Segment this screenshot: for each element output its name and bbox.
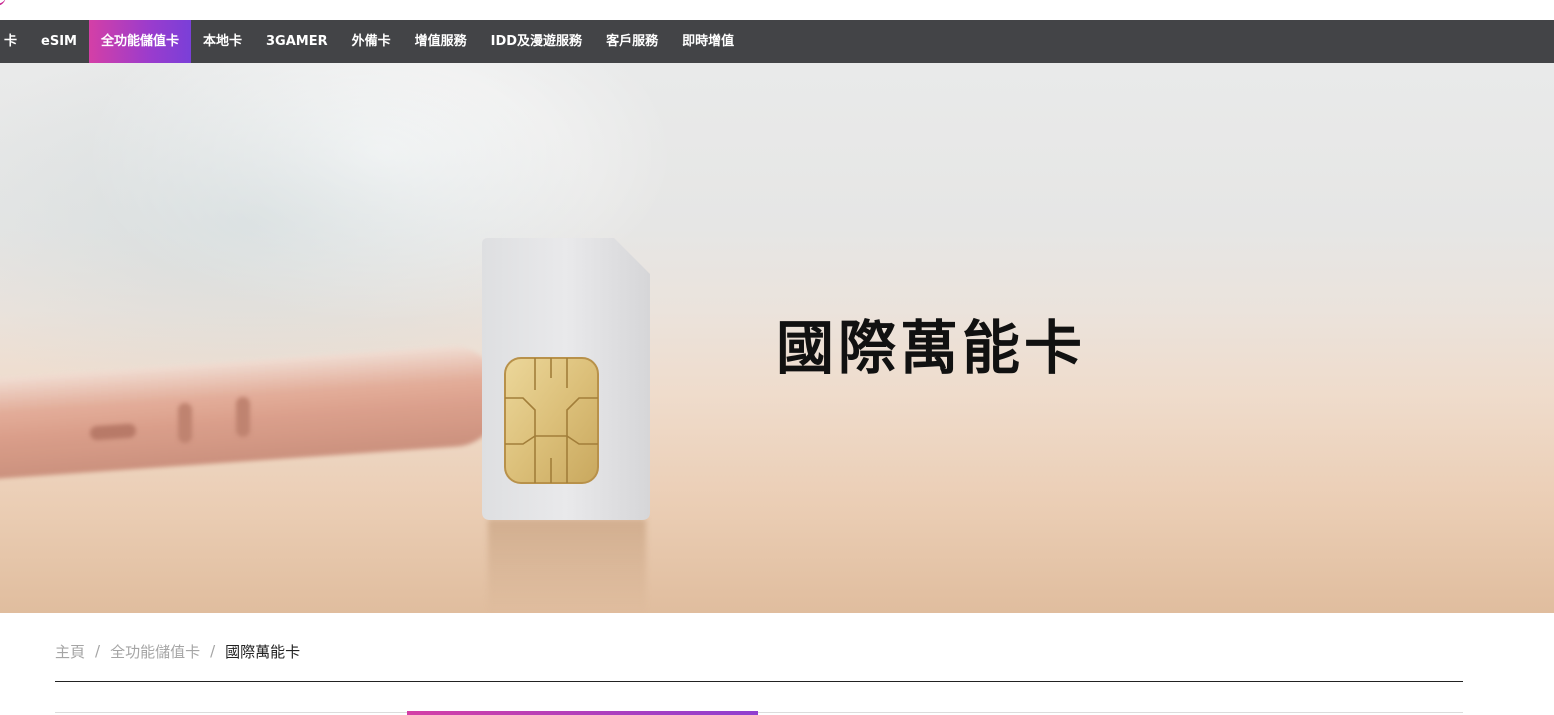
phone-button — [178, 403, 192, 443]
nav-item-instant-topup[interactable]: 即時增值 — [670, 20, 746, 63]
breadcrumb: 主頁 / 全功能儲值卡 / 國際萬能卡 — [55, 639, 300, 663]
nav-item-customer-service[interactable]: 客戶服務 — [594, 20, 670, 63]
tab-active-indicator[interactable] — [407, 711, 758, 715]
sim-card-illustration — [482, 238, 650, 520]
nav-item-local-card[interactable]: 本地卡 — [191, 20, 254, 63]
nav-item-backup-card[interactable]: 外備卡 — [340, 20, 403, 63]
logo-arc-icon[interactable] — [0, 0, 6, 6]
tab-bar-track — [55, 712, 1463, 713]
nav-item-value-added[interactable]: 增值服務 — [403, 20, 479, 63]
phone-button — [236, 397, 250, 437]
breadcrumb-current: 國際萬能卡 — [225, 642, 301, 661]
nav-item-all-purpose-prepaid[interactable]: 全功能儲值卡 — [88, 20, 191, 63]
nav-item-esim[interactable]: eSIM — [29, 20, 89, 63]
nav-list: 卡 eSIM 全功能儲值卡 本地卡 3GAMER 外備卡 增值服務 IDD及漫遊… — [0, 20, 746, 63]
top-strip — [0, 0, 1554, 20]
nav-item-3gamer[interactable]: 3GAMER — [254, 20, 340, 63]
hero-title: 國際萬能卡 — [776, 314, 1087, 382]
main-navigation: 卡 eSIM 全功能儲值卡 本地卡 3GAMER 外備卡 增值服務 IDD及漫遊… — [0, 20, 1554, 63]
page: 卡 eSIM 全功能儲值卡 本地卡 3GAMER 外備卡 增值服務 IDD及漫遊… — [0, 0, 1554, 715]
breadcrumb-separator: / — [210, 642, 216, 660]
section-divider — [55, 681, 1463, 682]
sim-reflection — [488, 519, 646, 613]
breadcrumb-category[interactable]: 全功能儲值卡 — [110, 641, 200, 662]
nav-item-card[interactable]: 卡 — [0, 20, 29, 63]
breadcrumb-home[interactable]: 主頁 — [55, 641, 85, 662]
nav-item-idd-roaming[interactable]: IDD及漫遊服務 — [479, 20, 594, 63]
hero-banner: 國際萬能卡 — [0, 63, 1554, 613]
breadcrumb-separator: / — [95, 642, 101, 660]
